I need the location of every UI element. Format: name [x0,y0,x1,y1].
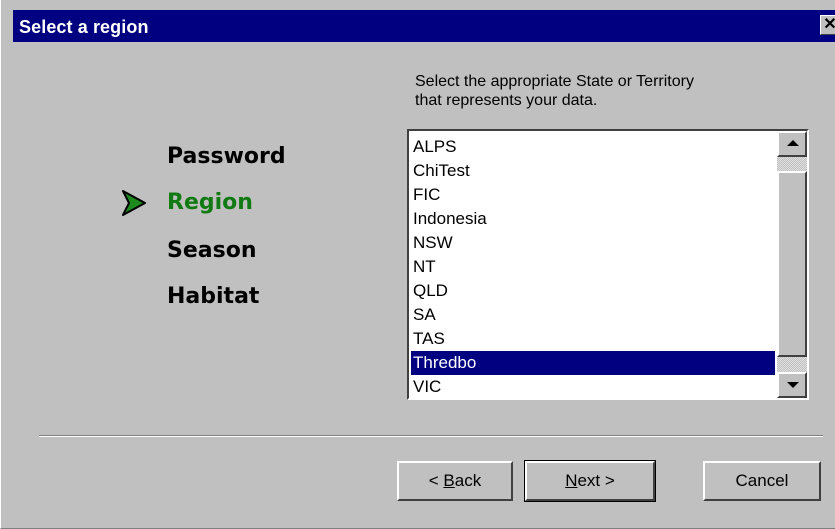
back-button-prefix: < [428,471,444,490]
list-item-chitest[interactable]: ChiTest [411,159,775,183]
step-habitat: Habitat [167,284,260,309]
instructions-line-2: that represents your data. [415,92,598,109]
next-button-mnemonic: N [565,471,578,490]
arrow-down-icon [787,382,799,388]
close-icon: ✕ [823,16,835,33]
cancel-button[interactable]: Cancel [703,461,821,501]
list-item-tas[interactable]: TAS [411,327,775,351]
list-item-nsw[interactable]: NSW [411,231,775,255]
scroll-up-button[interactable] [777,131,807,157]
dialog-title: Select a region [19,17,149,37]
step-season: Season [167,238,257,263]
list-item-sa[interactable]: SA [411,303,775,327]
list-scrollbar[interactable] [777,131,807,398]
instructions-line-1: Select the appropriate State or Territor… [415,73,694,90]
arrow-up-icon [787,140,799,146]
next-button[interactable]: Next > [524,460,656,502]
back-button-label: ack [454,471,482,490]
title-bar[interactable]: Select a region ✕ [13,10,835,42]
list-item-fic[interactable]: FIC [411,183,775,207]
region-wizard-dialog: Select a region ✕ Password Region Season… [0,0,835,529]
back-button-mnemonic: B [443,471,455,490]
list-item-indonesia[interactable]: Indonesia [411,207,775,231]
step-password: Password [167,144,286,169]
list-item-alps[interactable]: ALPS [411,135,775,159]
close-button[interactable]: ✕ [820,15,835,35]
back-button[interactable]: < Back [397,461,513,501]
next-button-label: ext > [577,471,615,490]
instructions-text: Select the appropriate State or Territor… [415,72,795,110]
list-item-qld[interactable]: QLD [411,279,775,303]
list-item-thredbo[interactable]: Thredbo [411,351,775,375]
region-list: ALPS ChiTest FIC Indonesia NSW NT QLD SA… [411,135,775,398]
step-region: Region [167,190,253,215]
green-arrow-icon [122,190,146,216]
list-item-nt[interactable]: NT [411,255,775,279]
scroll-down-button[interactable] [777,372,807,398]
list-item-vic[interactable]: VIC [411,375,775,398]
region-listbox[interactable]: ALPS ChiTest FIC Indonesia NSW NT QLD SA… [407,129,809,400]
scroll-thumb[interactable] [777,171,807,357]
divider [39,435,823,437]
